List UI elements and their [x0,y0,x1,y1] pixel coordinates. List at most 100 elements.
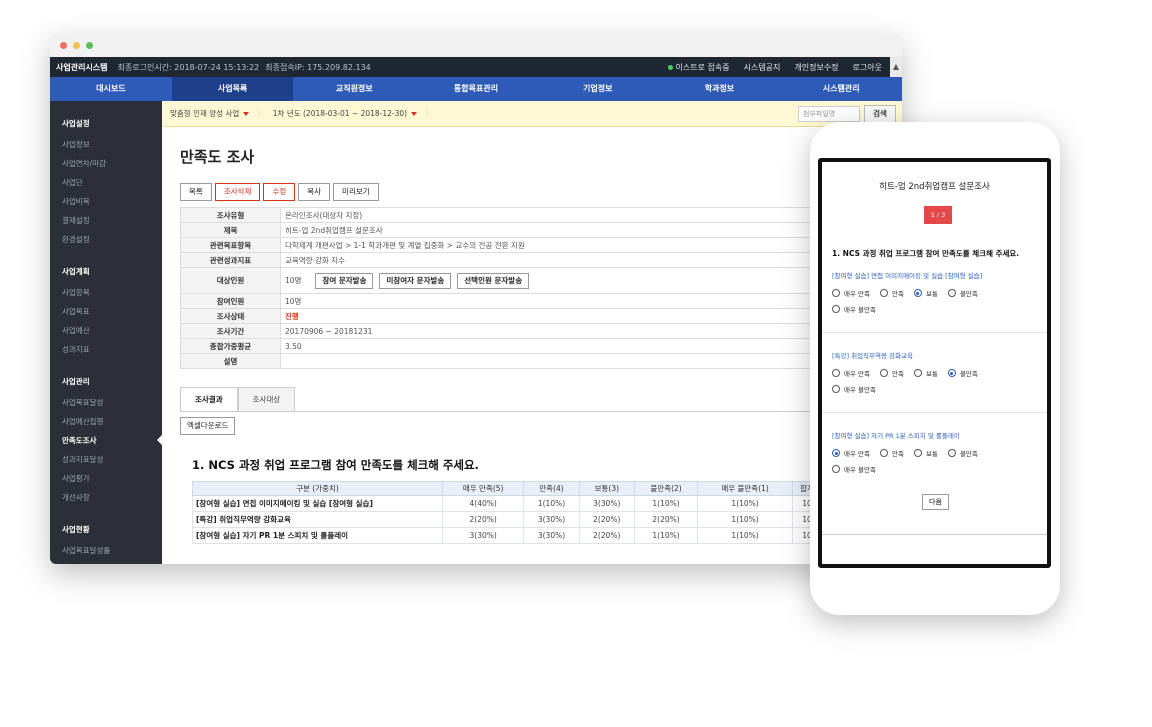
radio-icon[interactable] [880,289,888,297]
radio-icon[interactable] [832,369,840,377]
radio-option[interactable]: 보통 [913,288,938,298]
delete-survey-button[interactable]: 조사삭제 [214,183,261,201]
radio-option[interactable]: 매우 만족 [832,288,870,298]
sidebar-item[interactable]: 사업목표 [50,302,162,321]
radio-icon[interactable] [832,449,840,457]
radio-option[interactable]: 보통 [913,368,938,378]
radio-icon[interactable] [880,449,888,457]
radio-icon[interactable] [947,289,956,297]
column-header: 보통(3) [578,481,635,496]
sidebar-item[interactable]: 사업예산집행률 [50,560,162,564]
send-sms-nonparticipant-button[interactable]: 미참여자 문자발송 [379,272,452,289]
sidebar-item[interactable]: 사업목표달성률 [50,541,162,560]
radio-icon[interactable] [832,465,840,473]
send-sms-selected-button[interactable]: 선택인원 문자발송 [457,272,530,289]
radio-icon[interactable] [913,369,922,377]
sidebar-item[interactable]: 성과지표달성 [50,450,162,469]
info-key: 관련성과지표 [180,252,281,268]
radio-icon[interactable] [947,369,956,377]
sidebar-item[interactable]: 개선사항 [50,488,162,507]
radio-option[interactable]: 불만족 [947,448,978,458]
tab-results[interactable]: 조사결과 [180,387,238,411]
radio-icon[interactable] [913,289,922,297]
excel-download-button[interactable]: 엑셀다운로드 [180,417,236,435]
results-header-row: 구분 (가중치) 매우 만족(5) 만족(4) 보통(3) 불만족(2) 매우 불만족(1… [192,481,822,496]
target-count: 10명 [285,275,302,285]
minimize-dot[interactable] [73,42,80,49]
results-body: [참여형 실습] 면접 이미지메이킹 및 실습 [참여형 실습] 4(40%) 1(… [192,495,822,544]
survey-item: [참여형 실습] 자기 PR 1분 스피치 및 롤플레이 매우 만족 만족 보통 불만족… [832,430,1037,480]
table-cell: [특강] 취업직무역량 강화교육 [192,511,443,528]
info-key: 조사상태 [180,308,281,324]
radio-icon[interactable] [832,305,840,313]
nav-item[interactable]: 대시보드 [50,77,172,101]
project-select[interactable]: 맞춤형 인재 양성 사업 [170,108,250,119]
radio-option[interactable]: 매우 만족 [832,448,870,458]
radio-icon[interactable] [913,449,922,457]
nav-item[interactable]: 기업정보 [537,77,659,101]
last-ip: 최종접속IP: 175.209.82.134 [265,62,371,72]
nav-item[interactable]: 교직원정보 [293,77,415,101]
radio-option[interactable]: 불만족 [947,368,978,378]
sidebar-item[interactable]: 환경설정 [50,230,162,249]
nav-item[interactable]: 시스템관리 [780,77,902,101]
breadcrumb: 맞춤형 인재 양성 사업 〉 1차 년도 (2018-03-01 ~ 2018-… [162,101,902,127]
sidebar-item[interactable]: 사업목표달성 [50,393,162,412]
next-button[interactable]: 다음 [922,494,949,510]
table-cell: 2(20%) [633,511,699,528]
nav-item[interactable]: 학과정보 [659,77,781,101]
scroll-up-icon[interactable]: ▲ [890,57,902,77]
radio-label: 보통 [925,290,938,298]
sidebar-item[interactable]: 결재설정 [50,211,162,230]
radio-option[interactable]: 불만족 [947,288,978,298]
sidebar-item[interactable]: 사업평가 [50,469,162,488]
list-button[interactable]: 목록 [180,183,212,201]
year-select[interactable]: 1차 년도 (2018-03-01 ~ 2018-12-30) [273,108,418,119]
search-button[interactable]: 검색 [864,104,896,123]
info-value: 10명 [280,293,820,309]
maximize-dot[interactable] [86,42,93,49]
sidebar-item[interactable]: 만족도조사 [50,431,162,450]
radio-icon[interactable] [880,369,888,377]
radio-icon[interactable] [832,385,840,393]
copy-button[interactable]: 복사 [298,183,331,201]
radio-icon[interactable] [947,449,956,457]
radio-option[interactable]: 만족 [880,448,904,458]
file-search-input[interactable]: 첨부파일명 [798,105,860,122]
radio-option[interactable]: 매우 불만족 [832,464,876,474]
sidebar-item[interactable]: 사업예산 [50,321,162,340]
radio-option[interactable]: 만족 [880,368,904,378]
sidebar-item[interactable]: 사업예산집행 [50,412,162,431]
radio-group: 매우 만족 만족 보통 불만족매우 불만족 [832,368,1037,400]
nav-item[interactable]: 통합목표관리 [415,77,537,101]
radio-option[interactable]: 보통 [913,448,938,458]
preview-button[interactable]: 미리보기 [333,183,379,201]
close-dot[interactable] [60,42,67,49]
app-brand[interactable]: 사업관리시스템 [56,62,108,73]
nav-item[interactable]: 사업목록 [171,77,294,101]
radio-option[interactable]: 만족 [880,288,904,298]
sidebar-item[interactable]: 성과지표 [50,340,162,359]
radio-label: 보통 [925,450,938,458]
notice-link[interactable]: 시스템공지 [744,62,781,73]
sidebar-item[interactable]: 사업항목 [50,283,162,302]
radio-option[interactable]: 매우 불만족 [832,304,876,314]
profile-link[interactable]: 개인정보수정 [794,62,838,73]
logout-link[interactable]: 로그아웃 [853,62,882,73]
radio-option[interactable]: 매우 불만족 [832,384,876,394]
info-key: 관련목표항목 [180,237,281,253]
send-sms-all-button[interactable]: 참여 문자발송 [315,272,374,289]
chevron-down-icon [243,112,250,116]
tab-targets[interactable]: 조사대상 [237,387,296,411]
radio-label: 매우 불만족 [844,306,876,314]
sidebar-item[interactable]: 사업연차/마감 [50,154,162,173]
sidebar-item[interactable]: 사업비목 [50,192,162,211]
sidebar-item[interactable]: 사업단 [50,173,162,192]
sidebar-item[interactable]: 사업정보 [50,135,162,154]
info-value [280,353,820,369]
title-bar [50,34,902,57]
survey-item: [특강] 취업직무역량 강화교육 매우 만족 만족 보통 불만족 매우 불만족 [832,350,1037,400]
radio-option[interactable]: 매우 만족 [832,368,870,378]
edit-button[interactable]: 수정 [263,183,296,201]
radio-icon[interactable] [832,289,840,297]
